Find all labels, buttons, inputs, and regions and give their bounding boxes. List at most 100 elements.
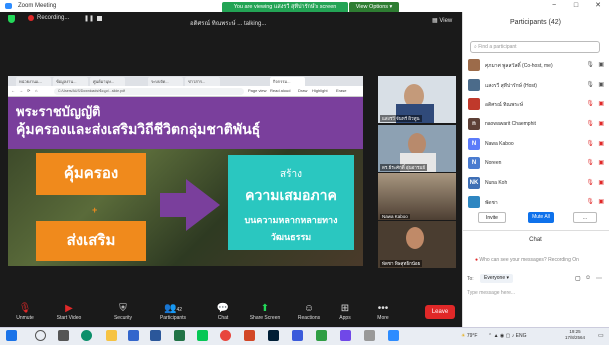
video-icon[interactable]: ▣ <box>598 81 604 88</box>
unmute-button[interactable]: 🎙 Unmute <box>2 303 48 321</box>
close-icon[interactable]: ✕ <box>587 0 609 12</box>
participant-name: อดิศรณ์ ทิณพระษ์ <box>485 102 524 108</box>
video-icon[interactable]: ▣ <box>598 61 604 68</box>
participant-search-input[interactable]: ⌕ Find a participant <box>470 41 600 53</box>
browser-tab-active[interactable]: กิจกรรม... <box>270 77 305 86</box>
browser-tab[interactable]: ศูนย์มานุษ... <box>90 77 125 86</box>
video-tile-label: พัดชา พิษสุทธิกน้อย <box>380 260 423 267</box>
participant-name: Nawa Kaboo <box>485 141 514 147</box>
microphone-icon[interactable]: 🎙 <box>586 81 594 88</box>
video-off-icon[interactable]: ▣ <box>598 120 604 127</box>
security-button[interactable]: ⛨ Security <box>100 303 146 321</box>
video-off-icon[interactable]: ▣ <box>598 159 604 166</box>
pdf-read-aloud-button[interactable]: Read aloud <box>270 88 290 93</box>
search-icon[interactable] <box>35 330 46 341</box>
invite-button[interactable]: Invite <box>478 212 506 223</box>
video-off-icon[interactable]: ▣ <box>598 179 604 186</box>
zoom-icon[interactable] <box>388 330 399 341</box>
participant-row[interactable]: พัดชา 🎙 ▣ <box>466 195 606 209</box>
video-tile[interactable]: ดร.ธีระศักดิ์ อุ่นอารมย์ <box>378 125 456 172</box>
video-off-icon[interactable]: ▣ <box>598 198 604 205</box>
word-icon[interactable] <box>150 330 161 341</box>
refresh-icon[interactable]: ⟳ <box>27 88 30 93</box>
participant-name: แสงรวี สุทีปารักษ์ (Host) <box>485 83 537 89</box>
stop-recording-icon[interactable] <box>97 16 102 21</box>
chat-message-input[interactable]: Type message here... <box>467 290 515 296</box>
system-tray[interactable]: ⌃ ▲ ◉ ▢ ♪ ENG <box>488 333 527 339</box>
file-icon[interactable]: ▢ <box>575 275 581 282</box>
pdf-draw-button[interactable]: Draw <box>298 88 307 93</box>
participant-row[interactable]: อดิศรณ์ ทิณพระษ์ 🎙 ▣ <box>466 97 606 111</box>
video-tile[interactable]: พัดชา พิษสุทธิกน้อย <box>378 221 456 268</box>
video-off-icon[interactable]: ▣ <box>598 140 604 147</box>
explorer-icon[interactable] <box>106 330 117 341</box>
participant-row[interactable]: N Nawa Kaboo 🎙 ▣ <box>466 137 606 151</box>
microphone-muted-icon[interactable]: 🎙 <box>586 120 594 127</box>
video-tile[interactable]: แสงรวี จันทร์ ผิวทูน <box>378 76 456 123</box>
microphone-muted-icon[interactable]: 🎙 <box>586 198 594 205</box>
home-icon[interactable]: ⌂ <box>35 88 37 93</box>
pause-recording-icon[interactable]: ❚❚ <box>84 15 94 22</box>
leave-button[interactable]: Leave <box>425 305 455 319</box>
emoji-icon[interactable]: ☺ <box>585 275 591 281</box>
browser-tab[interactable]: ระบบจัด... <box>148 77 183 86</box>
excel-icon[interactable] <box>174 330 185 341</box>
forward-icon[interactable]: → <box>19 88 23 93</box>
task-view-icon[interactable] <box>58 330 69 341</box>
pdf-page-view-button[interactable]: Page view <box>248 88 266 93</box>
participants-button[interactable]: 👥42 Participants <box>150 303 196 321</box>
pdf-highlight-button[interactable]: Highlight <box>312 88 328 93</box>
microphone-muted-icon[interactable]: 🎙 <box>586 179 594 186</box>
video-tile[interactable]: Nawa Kaboo <box>378 173 456 220</box>
taskbar-clock[interactable]: 19:25 17/8/2564 <box>565 329 585 341</box>
app-icon[interactable] <box>340 330 351 341</box>
maximize-icon[interactable]: □ <box>565 0 587 12</box>
video-off-icon[interactable]: ▣ <box>598 100 604 107</box>
powerpoint-icon[interactable] <box>244 330 255 341</box>
back-icon[interactable]: ← <box>11 88 15 93</box>
teal-title: สร้าง <box>280 169 302 180</box>
chrome-icon[interactable] <box>220 330 231 341</box>
store-icon[interactable] <box>128 330 139 341</box>
participant-row[interactable]: NK Nuna Koh 🎙 ▣ <box>466 176 606 190</box>
url-field[interactable]: C:/Users/AUS/Downloads/ข้อมูล/...slide.p… <box>54 88 244 95</box>
participants-more-button[interactable]: ... <box>573 212 597 223</box>
photoshop-icon[interactable] <box>268 330 279 341</box>
participant-row[interactable]: ศุภมาศ พูลสวัสดิ์ (Co-host, me) 🎙 ▣ <box>466 58 606 72</box>
chat-recipient-dropdown[interactable]: Everyone ▾ <box>480 274 513 283</box>
chat-visibility-notice[interactable]: ● Who can see your messages? Recording O… <box>475 257 579 263</box>
microphone-muted-icon[interactable]: 🎙 <box>586 159 594 166</box>
view-button[interactable]: ▦ View <box>432 17 452 24</box>
browser-tab[interactable]: หน่วยงานแ... <box>16 77 51 86</box>
line-icon[interactable] <box>197 330 208 341</box>
participant-row[interactable]: N Noreen 🎙 ▣ <box>466 156 606 170</box>
more-options-icon[interactable]: ⋯ <box>596 275 602 282</box>
edge-icon[interactable] <box>81 330 92 341</box>
teal-sub1: บนความหลากหลายทาง <box>244 215 338 225</box>
app-icon[interactable] <box>292 330 303 341</box>
recording-indicator[interactable]: Recording... <box>28 15 69 21</box>
talking-indicator: อดิศรณ์ ทิณพระษ์ ... talking... <box>190 21 267 27</box>
microphone-muted-icon[interactable]: 🎙 <box>586 140 594 147</box>
browser-tab[interactable]: ข่าวสาร... <box>185 77 220 86</box>
chat-button[interactable]: 💬 Chat <box>200 303 246 321</box>
microphone-icon[interactable]: 🎙 <box>586 61 594 68</box>
start-video-button[interactable]: ▶ Start Video <box>46 303 92 321</box>
video-tile-label: แสงรวี จันทร์ ผิวทูน <box>380 115 422 122</box>
browser-tab[interactable]: ข้อมูลงาน... <box>53 77 88 86</box>
participant-row[interactable]: แสงรวี สุทีปารักษ์ (Host) 🎙 ▣ <box>466 78 606 92</box>
pdf-erase-button[interactable]: Erase <box>336 88 346 93</box>
notification-icon[interactable]: ▭ <box>598 332 604 339</box>
weather-widget[interactable]: ☀ 79°F <box>461 333 478 339</box>
app-icon[interactable] <box>364 330 375 341</box>
more-button[interactable]: ••• More <box>360 303 406 321</box>
share-screen-button[interactable]: ⬆ Share Screen <box>242 303 288 321</box>
minimize-icon[interactable]: − <box>543 0 565 12</box>
mute-all-button[interactable]: Mute All <box>528 212 554 223</box>
microphone-muted-icon[interactable]: 🎙 <box>586 100 594 107</box>
participant-row[interactable]: n naowawarit Chaemphit 🎙 ▣ <box>466 117 606 131</box>
windows-start-icon[interactable] <box>6 330 17 341</box>
app-icon[interactable] <box>316 330 327 341</box>
protect-box: คุ้มครอง <box>36 153 146 195</box>
participant-name: naowawarit Chaemphit <box>485 121 536 127</box>
